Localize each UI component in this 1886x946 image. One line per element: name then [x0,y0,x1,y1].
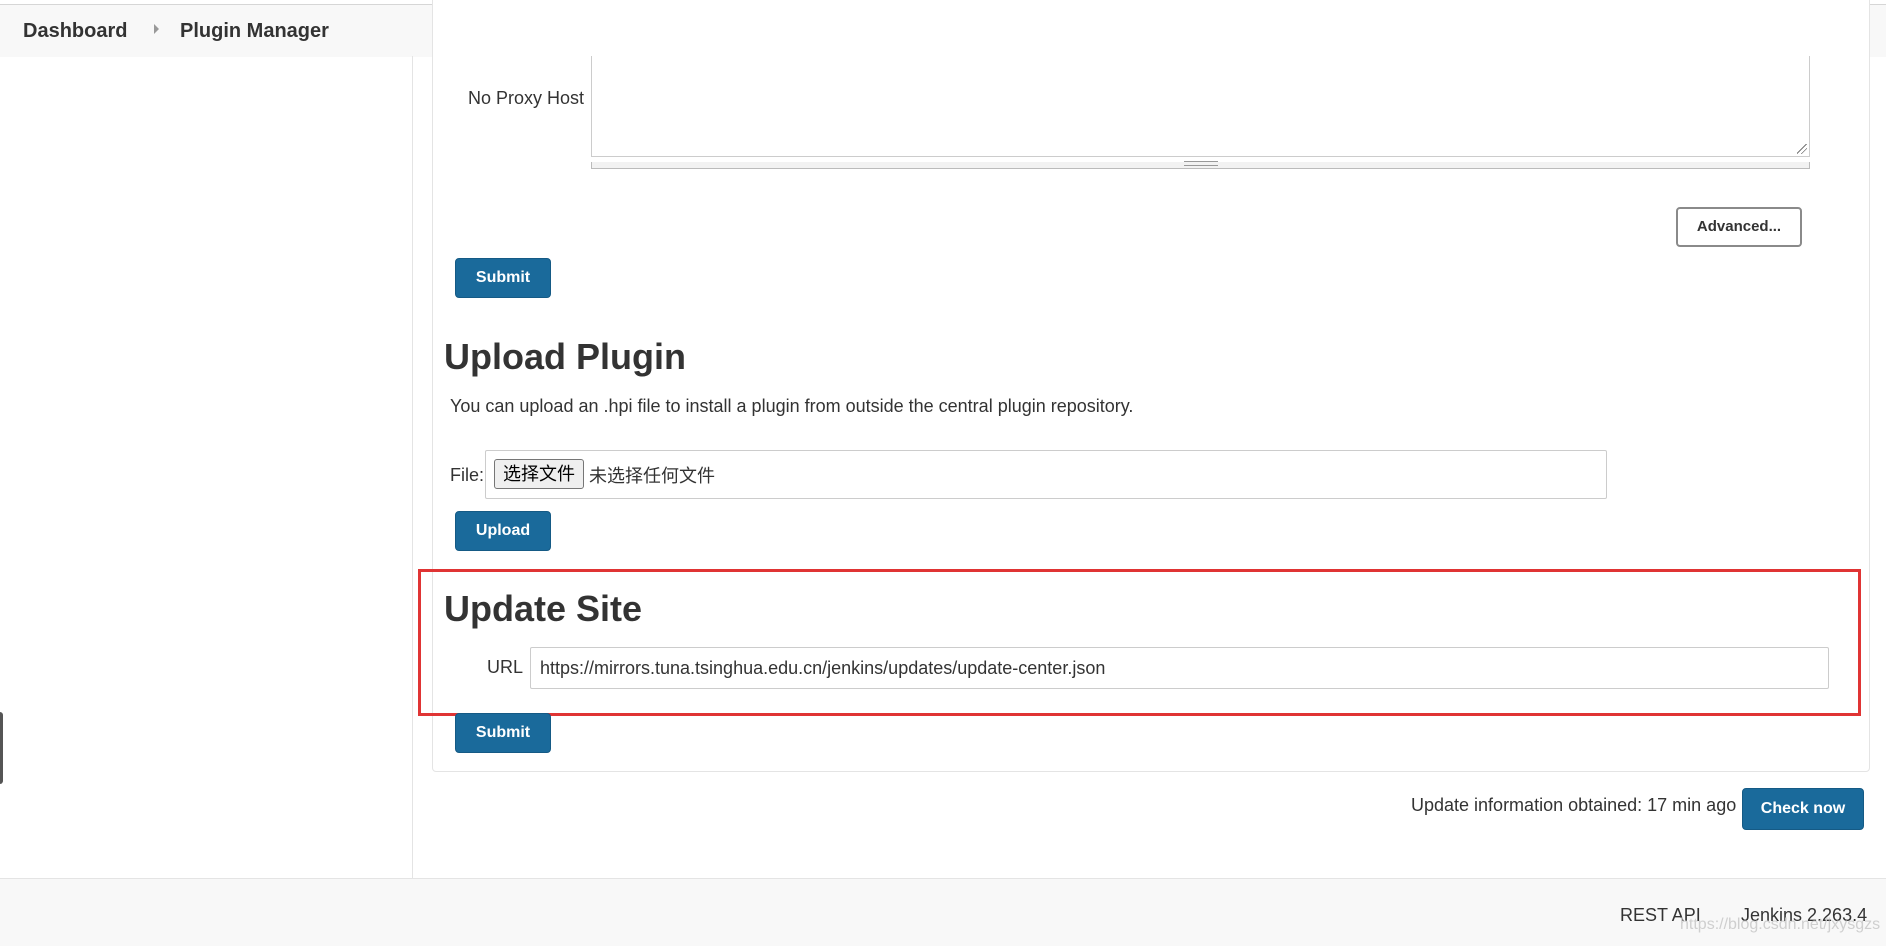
update-site-submit-button[interactable]: Submit [455,713,551,753]
sidebar-divider [412,56,413,878]
chevron-right-icon [154,24,159,34]
textarea-resize-bar[interactable] [591,161,1810,169]
upload-plugin-heading: Upload Plugin [444,336,686,377]
choose-file-button[interactable]: 选择文件 [494,459,584,489]
breadcrumb-item-plugin-manager[interactable]: Plugin Manager [180,20,329,43]
upload-button[interactable]: Upload [455,511,551,551]
upload-plugin-description: You can upload an .hpi file to install a… [450,396,1134,416]
breadcrumb-item-dashboard[interactable]: Dashboard [23,20,127,43]
resize-grip-icon[interactable] [1797,144,1807,154]
update-site-url-value: https://mirrors.tuna.tsinghua.edu.cn/jen… [540,658,1106,678]
watermark-text: https://blog.csdn.net/jxysgzs [1680,916,1881,933]
no-proxy-host-textarea[interactable] [591,56,1810,157]
drag-handle-icon [1184,161,1218,166]
no-proxy-host-label: No Proxy Host [468,88,585,108]
update-info-text: Update information obtained: 17 min ago [1411,795,1737,815]
update-site-heading: Update Site [444,588,643,629]
side-panel-handle[interactable] [0,712,3,784]
advanced-button[interactable]: Advanced... [1676,207,1802,247]
file-input[interactable]: 选择文件 未选择任何文件 [485,450,1607,499]
url-label: URL [487,657,524,677]
page-footer: REST API Jenkins 2.263.4 [0,878,1886,946]
update-site-url-input[interactable]: https://mirrors.tuna.tsinghua.edu.cn/jen… [530,647,1829,689]
check-now-button[interactable]: Check now [1742,788,1864,830]
proxy-submit-button[interactable]: Submit [455,258,551,298]
file-status-text: 未选择任何文件 [589,466,715,486]
file-label: File: [450,465,485,485]
